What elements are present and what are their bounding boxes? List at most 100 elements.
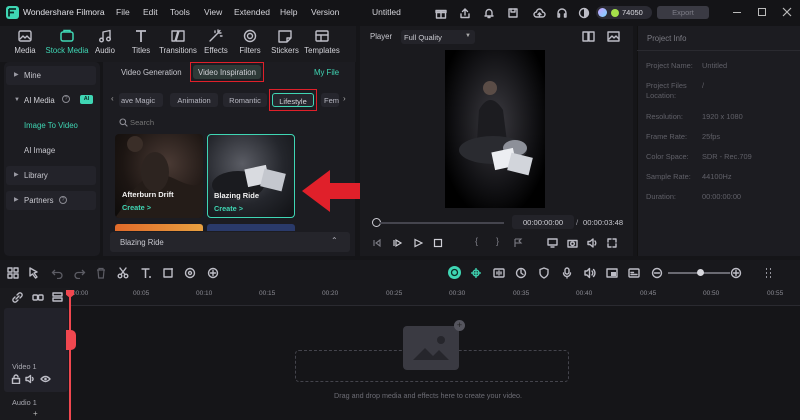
crop-icon[interactable] — [162, 267, 174, 279]
search-input[interactable] — [130, 117, 330, 128]
compare-view-icon[interactable] — [582, 31, 595, 42]
scroll-right-icon[interactable]: › — [343, 94, 346, 103]
split-icon[interactable] — [117, 267, 129, 279]
tab-stock-media[interactable]: Stock Media — [45, 27, 89, 61]
share-icon[interactable] — [459, 7, 471, 19]
menu-edit[interactable]: Edit — [143, 7, 158, 17]
previous-frame-icon[interactable] — [372, 238, 382, 248]
menu-view[interactable]: View — [204, 7, 222, 17]
credits-badge[interactable]: 74050 — [596, 6, 652, 19]
ai-tools-icon[interactable] — [207, 267, 219, 279]
current-time-field[interactable]: 00:00:00:00 — [512, 215, 574, 229]
camera-icon[interactable] — [567, 238, 578, 248]
support-icon[interactable] — [556, 7, 568, 19]
playhead-grip[interactable] — [66, 330, 76, 350]
menu-extended[interactable]: Extended — [234, 7, 270, 17]
tab-media[interactable]: Media — [4, 27, 46, 61]
template-card-partial[interactable] — [207, 224, 295, 231]
sidebar-item-ai-image[interactable]: AI Image — [24, 146, 55, 155]
save-icon[interactable] — [507, 7, 519, 19]
timeline-ruler[interactable] — [70, 288, 800, 306]
template-card[interactable]: Afterburn Drift Create > — [115, 134, 203, 218]
sidebar-item-ai-media[interactable]: ▼ AI Media ? AI — [6, 92, 96, 109]
ai-assistant-icon[interactable] — [448, 266, 461, 279]
zoom-in-icon[interactable] — [730, 267, 742, 279]
scrubber-track[interactable] — [380, 222, 504, 224]
template-card-selected[interactable]: Blazing Ride Create > — [207, 134, 295, 218]
category-lifestyle[interactable]: Lifestyle — [272, 93, 314, 107]
add-icon[interactable]: + — [33, 409, 38, 418]
menu-tools[interactable]: Tools — [170, 7, 190, 17]
mute-track-icon[interactable] — [25, 374, 35, 384]
theme-icon[interactable] — [578, 7, 590, 19]
beat-sync-icon[interactable] — [493, 267, 505, 279]
minimize-icon[interactable] — [733, 12, 741, 14]
my-file-link[interactable]: My File — [314, 68, 339, 77]
menu-version[interactable]: Version — [311, 7, 339, 17]
help-icon[interactable]: ? — [62, 95, 70, 103]
sidebar-item-image-to-video[interactable]: Image To Video — [24, 121, 78, 130]
more-options-icon[interactable] — [764, 267, 774, 279]
sidebar-item-partners[interactable]: ▶ Partners ? — [6, 191, 96, 210]
chevron-up-icon[interactable]: ⌃ — [331, 236, 338, 245]
cloud-upload-icon[interactable] — [533, 7, 546, 19]
marker-icon[interactable] — [513, 238, 527, 248]
category-animation[interactable]: Animation — [170, 93, 218, 107]
gift-icon[interactable] — [435, 7, 447, 19]
category-fem[interactable]: Fem — [321, 93, 339, 107]
category-wave-magic[interactable]: ave Magic — [119, 93, 163, 107]
display-icon[interactable] — [547, 238, 558, 248]
mark-out-icon[interactable]: } — [496, 236, 499, 246]
picture-in-picture-icon[interactable] — [606, 267, 618, 279]
card-create-link[interactable]: Create > — [122, 203, 151, 212]
category-romantic[interactable]: Romantic — [223, 93, 267, 107]
card-create-link[interactable]: Create > — [214, 204, 243, 213]
stop-icon[interactable] — [433, 238, 443, 248]
snap-icon[interactable] — [470, 267, 482, 279]
zoom-out-icon[interactable] — [651, 267, 663, 279]
tab-transitions[interactable]: Transitions — [157, 27, 199, 61]
volume-icon[interactable] — [587, 238, 598, 248]
close-icon[interactable] — [782, 7, 792, 17]
add-track-icon[interactable] — [52, 292, 63, 303]
template-card-partial[interactable] — [115, 224, 203, 231]
tab-templates[interactable]: Templates — [301, 27, 343, 61]
auto-ripple-icon[interactable] — [515, 267, 527, 279]
zoom-slider-handle[interactable] — [697, 269, 704, 276]
menu-help[interactable]: Help — [280, 7, 297, 17]
undo-icon[interactable] — [51, 267, 63, 279]
lock-track-icon[interactable] — [11, 374, 21, 384]
step-play-icon[interactable] — [393, 238, 403, 248]
export-button[interactable]: Export — [657, 6, 709, 19]
mark-in-icon[interactable]: { — [475, 236, 478, 246]
subtitle-icon[interactable] — [628, 267, 640, 279]
tab-titles[interactable]: Titles — [120, 27, 162, 61]
eye-icon[interactable] — [40, 374, 51, 384]
quality-dropdown[interactable]: Full Quality ▼ — [401, 30, 475, 44]
select-tool-icon[interactable] — [28, 267, 40, 279]
selected-template-bar[interactable]: Blazing Ride ⌃ — [110, 232, 350, 252]
link-icon[interactable] — [12, 292, 23, 303]
delete-icon[interactable] — [95, 267, 107, 279]
maximize-icon[interactable] — [758, 8, 766, 16]
play-icon[interactable] — [413, 238, 423, 248]
voiceover-icon[interactable] — [584, 267, 596, 279]
fullscreen-icon[interactable] — [607, 238, 617, 248]
tab-video-generation[interactable]: Video Generation — [121, 68, 182, 77]
snapshot-view-icon[interactable] — [607, 31, 620, 42]
sidebar-item-mine[interactable]: ▶ Mine — [6, 66, 96, 85]
scroll-left-icon[interactable]: ‹ — [111, 94, 114, 103]
text-tool-icon[interactable] — [140, 267, 152, 279]
tab-video-inspiration[interactable]: Video Inspiration — [193, 65, 261, 79]
shield-icon[interactable] — [538, 267, 550, 279]
tab-stickers[interactable]: Stickers — [264, 27, 306, 61]
layout-grid-icon[interactable] — [7, 267, 19, 279]
track-link-icon[interactable] — [32, 292, 44, 303]
sidebar-item-library[interactable]: ▶ Library — [6, 166, 96, 185]
notification-icon[interactable] — [483, 7, 495, 19]
redo-icon[interactable] — [74, 267, 86, 279]
microphone-icon[interactable] — [561, 267, 573, 279]
menu-file[interactable]: File — [116, 7, 130, 17]
help-icon[interactable]: ? — [59, 196, 67, 204]
add-media-icon[interactable]: + — [454, 320, 465, 331]
